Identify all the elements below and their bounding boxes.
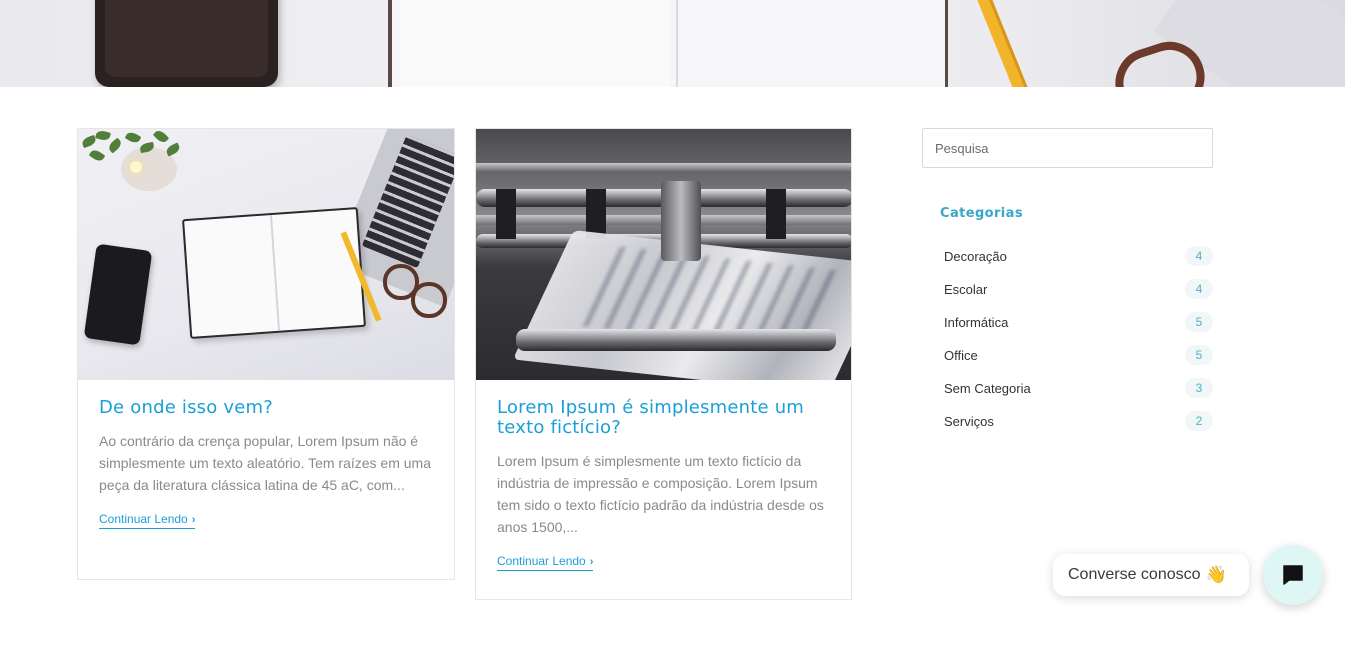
- post-title[interactable]: Lorem Ipsum é simplesmente um texto fict…: [497, 398, 831, 438]
- category-item[interactable]: Serviços 2: [944, 405, 1213, 438]
- category-item[interactable]: Escolar 4: [944, 273, 1213, 306]
- categories-list: Decoração 4 Escolar 4 Informática 5 Offi…: [944, 240, 1213, 438]
- read-more-label: Continuar Lendo: [497, 554, 586, 568]
- waving-hand-icon: 👋: [1205, 565, 1227, 584]
- categories-title: Categorias: [940, 206, 1023, 221]
- chat-prompt-label: Converse conosco: [1068, 566, 1201, 583]
- category-count-badge: 4: [1185, 245, 1213, 266]
- category-count-badge: 5: [1185, 344, 1213, 365]
- post-thumbnail-desk[interactable]: [78, 129, 454, 380]
- category-count-badge: 4: [1185, 278, 1213, 299]
- read-more-label: Continuar Lendo: [99, 512, 188, 526]
- category-label[interactable]: Escolar: [944, 282, 987, 297]
- post-card: De onde isso vem? Ao contrário da crença…: [77, 128, 455, 580]
- lens-shape: [411, 282, 447, 318]
- category-label[interactable]: Decoração: [944, 249, 1007, 264]
- candle-shape: [130, 161, 142, 173]
- chevron-right-icon: ›: [589, 556, 594, 568]
- hero-banner-image: [0, 0, 1345, 87]
- post-thumbnail-printing-press[interactable]: [476, 129, 851, 380]
- chevron-right-icon: ›: [191, 514, 196, 526]
- gear-block-shape: [496, 189, 516, 239]
- read-more-link[interactable]: Continuar Lendo ›: [99, 512, 196, 529]
- category-item[interactable]: Decoração 4: [944, 240, 1213, 273]
- leaf-shape: [152, 129, 170, 145]
- category-count-badge: 2: [1185, 410, 1213, 431]
- post-excerpt: Ao contrário da crença popular, Lorem Ip…: [99, 433, 431, 493]
- read-more-link[interactable]: Continuar Lendo ›: [497, 554, 594, 571]
- chat-prompt-bubble[interactable]: Converse conosco 👋: [1053, 554, 1249, 596]
- roller-shape: [516, 329, 836, 351]
- hero-pencil-shape: [975, 0, 1031, 87]
- category-item[interactable]: Sem Categoria 3: [944, 372, 1213, 405]
- leaf-shape: [95, 129, 111, 142]
- glasses-shape: [383, 264, 453, 324]
- post-title[interactable]: De onde isso vem?: [99, 398, 434, 418]
- gear-block-shape: [766, 189, 786, 239]
- category-item[interactable]: Informática 5: [944, 306, 1213, 339]
- hero-phone-shape: [95, 0, 278, 87]
- post-body: De onde isso vem? Ao contrário da crença…: [78, 380, 454, 529]
- category-count-badge: 5: [1185, 311, 1213, 332]
- notebook-shape: [182, 207, 366, 339]
- leaf-shape: [88, 147, 106, 164]
- category-item[interactable]: Office 5: [944, 339, 1213, 372]
- leaf-shape: [164, 142, 182, 157]
- hero-notebook-shape: [388, 0, 948, 87]
- post-card: Lorem Ipsum é simplesmente um texto fict…: [475, 128, 852, 600]
- chat-icon: [1283, 565, 1303, 585]
- category-label[interactable]: Sem Categoria: [944, 381, 1031, 396]
- leaf-shape: [106, 137, 124, 154]
- rail-shape: [476, 163, 851, 171]
- search-input[interactable]: [922, 128, 1213, 168]
- category-count-badge: 3: [1185, 377, 1213, 398]
- category-label[interactable]: Serviços: [944, 414, 994, 429]
- chat-launcher-button[interactable]: [1263, 545, 1323, 605]
- leaf-shape: [124, 130, 142, 145]
- category-label[interactable]: Office: [944, 348, 978, 363]
- category-label[interactable]: Informática: [944, 315, 1008, 330]
- plant-shape: [78, 129, 188, 191]
- post-body: Lorem Ipsum é simplesmente um texto fict…: [476, 380, 851, 571]
- post-excerpt: Lorem Ipsum é simplesmente um texto fict…: [497, 453, 824, 535]
- print-head-shape: [661, 181, 701, 261]
